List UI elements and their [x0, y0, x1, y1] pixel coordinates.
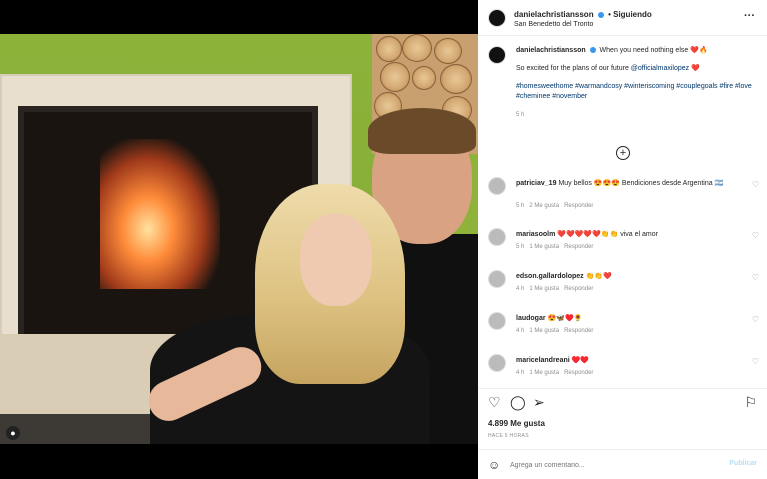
mention-link[interactable]: @officialmaxilopez [631, 65, 689, 72]
woman-face [300, 214, 372, 306]
post-comment-button[interactable]: Publicar [729, 460, 757, 467]
verified-badge-icon [589, 47, 596, 54]
caption: danielachristiansson When you need nothi… [478, 46, 767, 120]
post-sidebar: danielachristiansson • Siguiendo San Ben… [478, 0, 767, 479]
heart-icon[interactable]: ♡ [752, 357, 759, 366]
hashtags[interactable]: #homesweethome #warmandcosy #winteriscom… [516, 82, 753, 102]
heart-icon[interactable]: ♡ [752, 315, 759, 324]
likes-count[interactable]: 4.899 Me gusta [488, 419, 545, 428]
avatar[interactable] [488, 177, 506, 195]
user-tag-icon[interactable]: ● [6, 426, 20, 440]
man-hair [368, 108, 476, 154]
caption-username[interactable]: danielachristiansson [516, 47, 586, 54]
caption-time: 5 h [516, 112, 525, 118]
heart-icon[interactable]: ♡ [752, 231, 759, 240]
avatar[interactable] [488, 46, 506, 64]
follow-status[interactable]: Siguiendo [613, 10, 652, 19]
more-dots-icon[interactable]: ··· [744, 10, 755, 22]
like-heart-icon[interactable]: ♡ [488, 394, 501, 411]
post-username[interactable]: danielachristiansson [514, 10, 594, 19]
save-bookmark-icon[interactable]: ⚐ [744, 394, 757, 411]
caption-line2: So excited for the plans of our future [516, 65, 631, 72]
post-location[interactable]: San Benedetto del Tronto [514, 21, 593, 28]
avatar[interactable] [488, 228, 506, 246]
post-photo[interactable]: ● [0, 34, 478, 444]
avatar[interactable] [488, 354, 506, 372]
fire [100, 139, 220, 289]
comment-bubble-icon[interactable]: ◯ [510, 394, 526, 411]
share-send-icon[interactable]: ➢ [533, 394, 545, 411]
avatar[interactable] [488, 312, 506, 330]
avatar[interactable] [488, 9, 506, 27]
post-actions: ♡ ◯ ➢ ⚐ 4.899 Me gusta HACE 5 HORAS [478, 388, 767, 448]
verified-badge-icon [597, 11, 604, 18]
post-age: HACE 5 HORAS [488, 433, 529, 439]
load-more-comments-icon[interactable]: + [616, 146, 630, 160]
heart-icon[interactable]: ♡ [752, 273, 759, 282]
comments-panel[interactable]: danielachristiansson When you need nothi… [478, 46, 767, 386]
comment-composer: ☺ Publicar [478, 449, 767, 479]
avatar[interactable] [488, 270, 506, 288]
comment-input[interactable] [510, 457, 710, 473]
heart-icon[interactable]: ♡ [752, 180, 759, 189]
emoji-icon[interactable]: ☺ [488, 458, 500, 472]
caption-line1: When you need nothing else ❤️🔥 [599, 47, 708, 54]
post-header: danielachristiansson • Siguiendo San Ben… [478, 0, 767, 36]
